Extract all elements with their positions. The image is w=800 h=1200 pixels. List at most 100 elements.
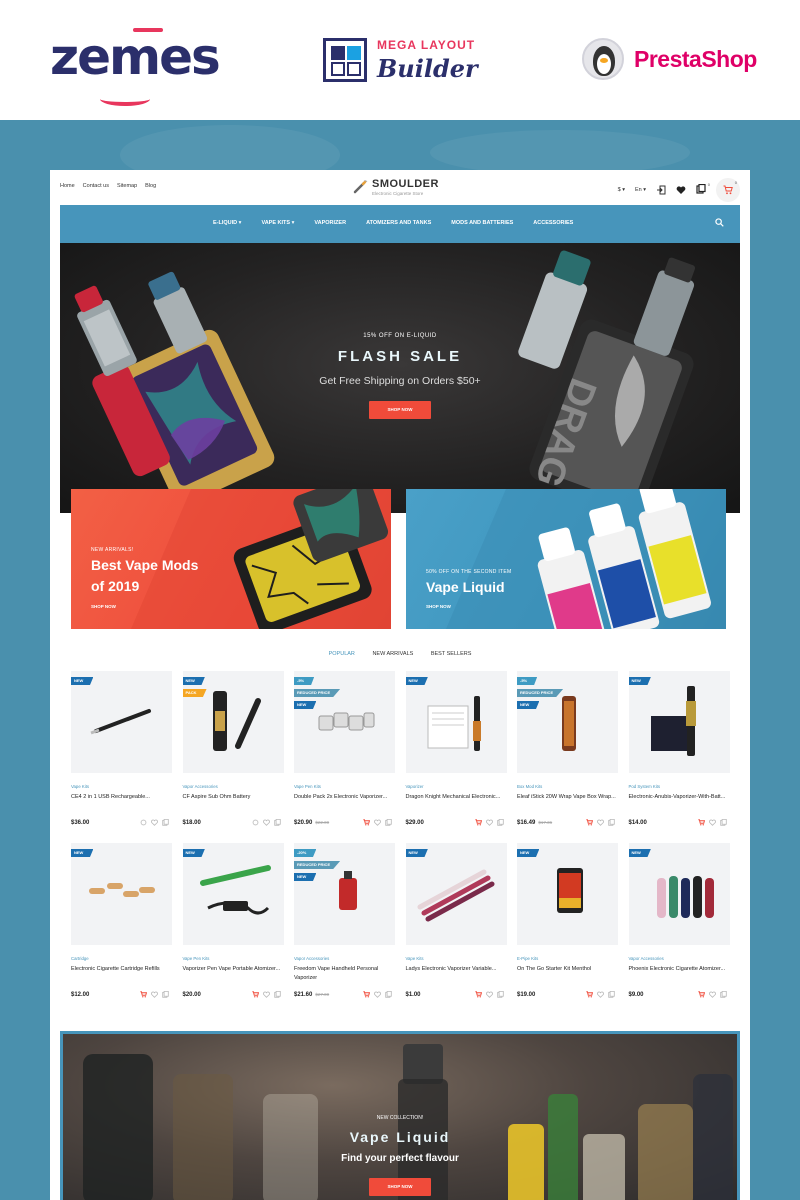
product-card[interactable]: NEW PACK Vapor Accessories CF Aspire Sub … bbox=[182, 671, 284, 831]
cart-icon[interactable] bbox=[586, 819, 593, 826]
heart-icon[interactable] bbox=[151, 819, 158, 826]
heart-icon[interactable] bbox=[485, 819, 493, 826]
compare-icon[interactable] bbox=[719, 991, 727, 998]
compare-icon[interactable] bbox=[385, 819, 392, 826]
cart-icon[interactable] bbox=[363, 991, 370, 998]
product-image[interactable]: NEW bbox=[405, 843, 507, 945]
product-image[interactable]: -5% REDUCED PRICE NEW bbox=[294, 671, 395, 773]
link-sitemap[interactable]: Sitemap bbox=[117, 183, 137, 189]
heart-icon[interactable] bbox=[676, 185, 686, 195]
collection-shop-now-button[interactable]: SHOP NOW bbox=[369, 1178, 431, 1196]
search-icon[interactable] bbox=[715, 218, 724, 227]
compare-icon[interactable] bbox=[385, 991, 392, 998]
product-image[interactable]: NEW PACK bbox=[182, 671, 284, 773]
product-card[interactable]: NEW Vaporizer Dragon Knight Mechanical E… bbox=[405, 671, 507, 831]
product-card[interactable]: NEW Vapor Accessories Phoenix Electronic… bbox=[628, 843, 730, 1003]
cart-icon[interactable] bbox=[363, 819, 370, 826]
tab-best-sellers[interactable]: BEST SELLERS bbox=[431, 651, 472, 657]
nav-item-vape-kits[interactable]: VAPE KITS ▾ bbox=[261, 220, 294, 226]
eye-icon[interactable] bbox=[252, 819, 259, 826]
product-category[interactable]: Vapor Accessories bbox=[629, 956, 664, 961]
product-name[interactable]: Vaporizer Pen Vape Portable Atomizer... bbox=[183, 965, 284, 974]
product-card[interactable]: -5% REDUCED PRICE NEW Box Mod Kits Eleaf i… bbox=[517, 671, 618, 831]
heart-icon[interactable] bbox=[708, 991, 716, 998]
product-name[interactable]: CE4 2 in 1 USB Rechargeable... bbox=[71, 793, 172, 802]
compare-button[interactable]: 0 bbox=[696, 182, 710, 196]
cart-icon[interactable] bbox=[251, 991, 259, 998]
product-name[interactable]: CF Aspire Sub Ohm Battery bbox=[183, 793, 284, 802]
compare-icon[interactable] bbox=[273, 991, 281, 998]
cart-button[interactable]: 0 bbox=[716, 178, 740, 202]
product-card[interactable]: NEW Vape Kits CE4 2 in 1 USB Rechargeabl… bbox=[71, 671, 172, 831]
compare-icon[interactable] bbox=[608, 991, 615, 998]
banner-vape-liquid[interactable]: 50% OFF ON THE SECOND ITEM Vape Liquid S… bbox=[406, 489, 726, 629]
mega-layout-builder-logo[interactable]: MEGA LAYOUT Builder bbox=[323, 36, 483, 86]
heart-icon[interactable] bbox=[597, 991, 604, 998]
product-image[interactable]: NEW bbox=[628, 843, 730, 945]
product-image[interactable]: -5% REDUCED PRICE NEW bbox=[517, 671, 618, 773]
nav-item-atomizers[interactable]: ATOMIZERS AND TANKS bbox=[366, 220, 431, 226]
cart-icon[interactable] bbox=[474, 991, 482, 998]
tab-popular[interactable]: POPULAR bbox=[329, 651, 355, 657]
compare-icon[interactable] bbox=[608, 819, 615, 826]
link-home[interactable]: Home bbox=[60, 183, 75, 189]
nav-item-mods[interactable]: MODS AND BATTERIES bbox=[451, 220, 513, 226]
login-icon[interactable] bbox=[656, 185, 666, 195]
currency-selector[interactable]: $ ▾ bbox=[618, 187, 625, 193]
language-selector[interactable]: En ▾ bbox=[635, 187, 646, 193]
compare-icon[interactable] bbox=[162, 991, 169, 998]
product-category[interactable]: Vape Kits bbox=[71, 784, 89, 789]
heart-icon[interactable] bbox=[485, 991, 493, 998]
cart-icon[interactable] bbox=[474, 819, 482, 826]
cart-icon[interactable] bbox=[586, 991, 593, 998]
cart-icon[interactable] bbox=[697, 819, 705, 826]
product-category[interactable]: Vapor Accessories bbox=[183, 784, 218, 789]
banner-vape-mods[interactable]: NEW ARRIVALS! Best Vape Mods of 2019 SHO… bbox=[71, 489, 391, 629]
heart-icon[interactable] bbox=[708, 819, 716, 826]
product-card[interactable]: -20% REDUCED PRICE NEW Vapor Accessories F… bbox=[294, 843, 395, 1003]
product-category[interactable]: Pod System Kits bbox=[629, 784, 661, 789]
heart-icon[interactable] bbox=[262, 819, 270, 826]
product-image[interactable]: NEW bbox=[517, 843, 618, 945]
heart-icon[interactable] bbox=[374, 819, 381, 826]
cart-icon[interactable] bbox=[140, 991, 147, 998]
product-name[interactable]: Double Pack 2x Electronic Vaporizer... bbox=[294, 793, 395, 802]
compare-icon[interactable] bbox=[273, 819, 281, 826]
product-category[interactable]: Vaporizer bbox=[406, 784, 424, 789]
compare-icon[interactable] bbox=[719, 819, 727, 826]
heart-icon[interactable] bbox=[597, 819, 604, 826]
link-blog[interactable]: Blog bbox=[145, 183, 156, 189]
product-image[interactable]: NEW bbox=[71, 671, 172, 773]
heart-icon[interactable] bbox=[262, 991, 270, 998]
product-category[interactable]: Vape Kits bbox=[406, 956, 424, 961]
compare-icon[interactable] bbox=[496, 819, 504, 826]
product-card[interactable]: -5% REDUCED PRICE NEW Vape Pen Kits Double… bbox=[294, 671, 395, 831]
heart-icon[interactable] bbox=[151, 991, 158, 998]
hero-shop-now-button[interactable]: SHOP NOW bbox=[369, 401, 431, 419]
hero-slider[interactable]: DRAG 15% OFF ON E-LIQUID FLASH SALE Get … bbox=[60, 243, 740, 513]
link-contact[interactable]: Contact us bbox=[83, 183, 109, 189]
zemes-logo[interactable]: zemes bbox=[50, 22, 221, 106]
product-card[interactable]: NEW Vape Kits Ladys Electronic Vaporizer… bbox=[405, 843, 507, 1003]
product-category[interactable]: Box Mod Kits bbox=[517, 784, 542, 789]
product-name[interactable]: Freedom Vape Handheld Personal Vaporizer bbox=[294, 965, 395, 982]
product-name[interactable]: On The Go Starter Kit Menthol bbox=[517, 965, 618, 974]
product-card[interactable]: NEW Pod System Kits Electronic-Anubis-Va… bbox=[628, 671, 730, 831]
product-category[interactable]: Vape Pen Kits bbox=[183, 956, 210, 961]
tab-new-arrivals[interactable]: NEW ARRIVALS bbox=[372, 651, 413, 657]
heart-icon[interactable] bbox=[374, 991, 381, 998]
banner1-shop-now-link[interactable]: SHOP NOW bbox=[91, 604, 116, 609]
product-category[interactable]: Vape Pen Kits bbox=[294, 784, 321, 789]
product-name[interactable]: Electronic Cigarette Cartridge Refills bbox=[71, 965, 172, 974]
nav-item-e-liquid[interactable]: E-LIQUID ▾ bbox=[213, 220, 241, 226]
product-image[interactable]: NEW bbox=[71, 843, 172, 945]
collection-banner[interactable]: NEW COLLECTION! Vape Liquid Find your pe… bbox=[60, 1031, 740, 1200]
product-image[interactable]: NEW bbox=[405, 671, 507, 773]
product-card[interactable]: NEW Cartridge Electronic Cigarette Cartr… bbox=[71, 843, 172, 1003]
product-image[interactable]: NEW bbox=[628, 671, 730, 773]
nav-item-vaporizer[interactable]: VAPORIZER bbox=[314, 220, 346, 226]
product-name[interactable]: Phoenix Electronic Cigarette Atomizer... bbox=[629, 965, 730, 974]
banner2-shop-now-link[interactable]: SHOP NOW bbox=[426, 604, 451, 609]
product-card[interactable]: NEW Vape Pen Kits Vaporizer Pen Vape Por… bbox=[182, 843, 284, 1003]
compare-icon[interactable] bbox=[496, 991, 504, 998]
